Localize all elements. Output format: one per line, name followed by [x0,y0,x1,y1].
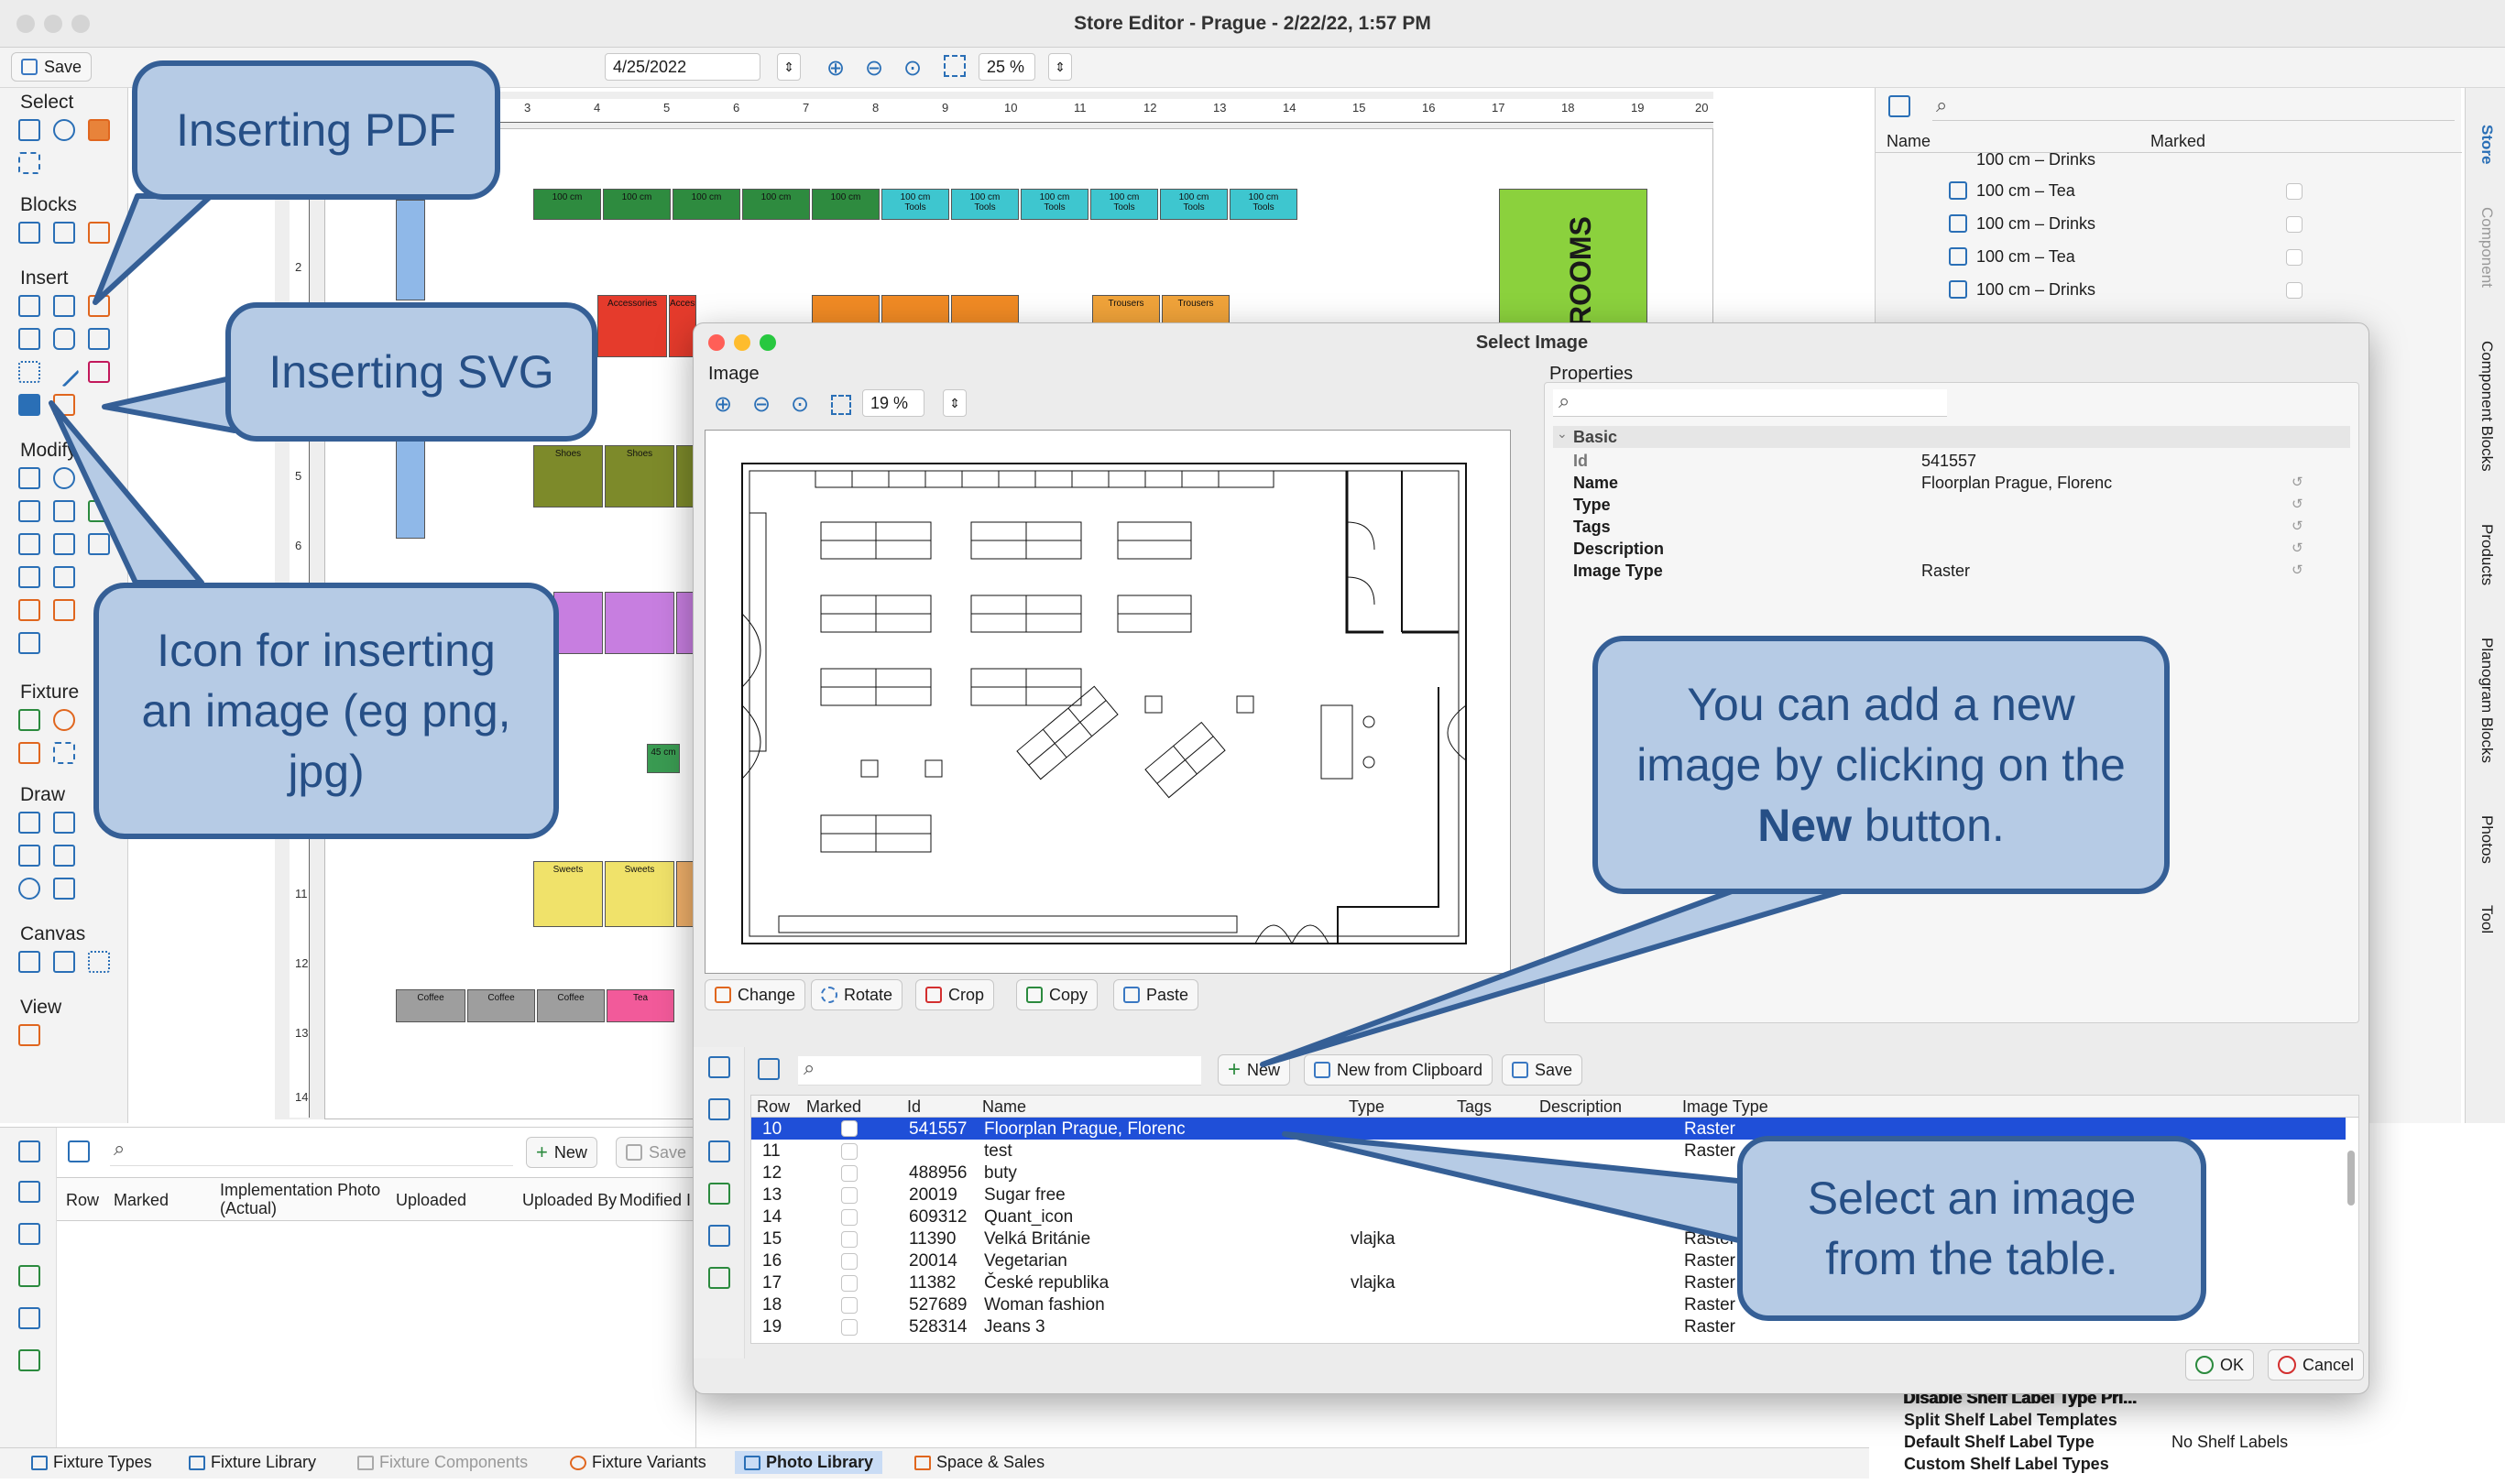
callout-select-table: Select an image from the table. [1737,1136,2206,1321]
callout-inserting-pdf: Inserting PDF [132,60,500,200]
callout-image-icon: Icon for inserting an image (eg png, jpg… [93,583,559,839]
callout-inserting-svg: Inserting SVG [225,302,597,442]
callout-new-button: You can add a new image by clicking on t… [1592,636,2170,894]
